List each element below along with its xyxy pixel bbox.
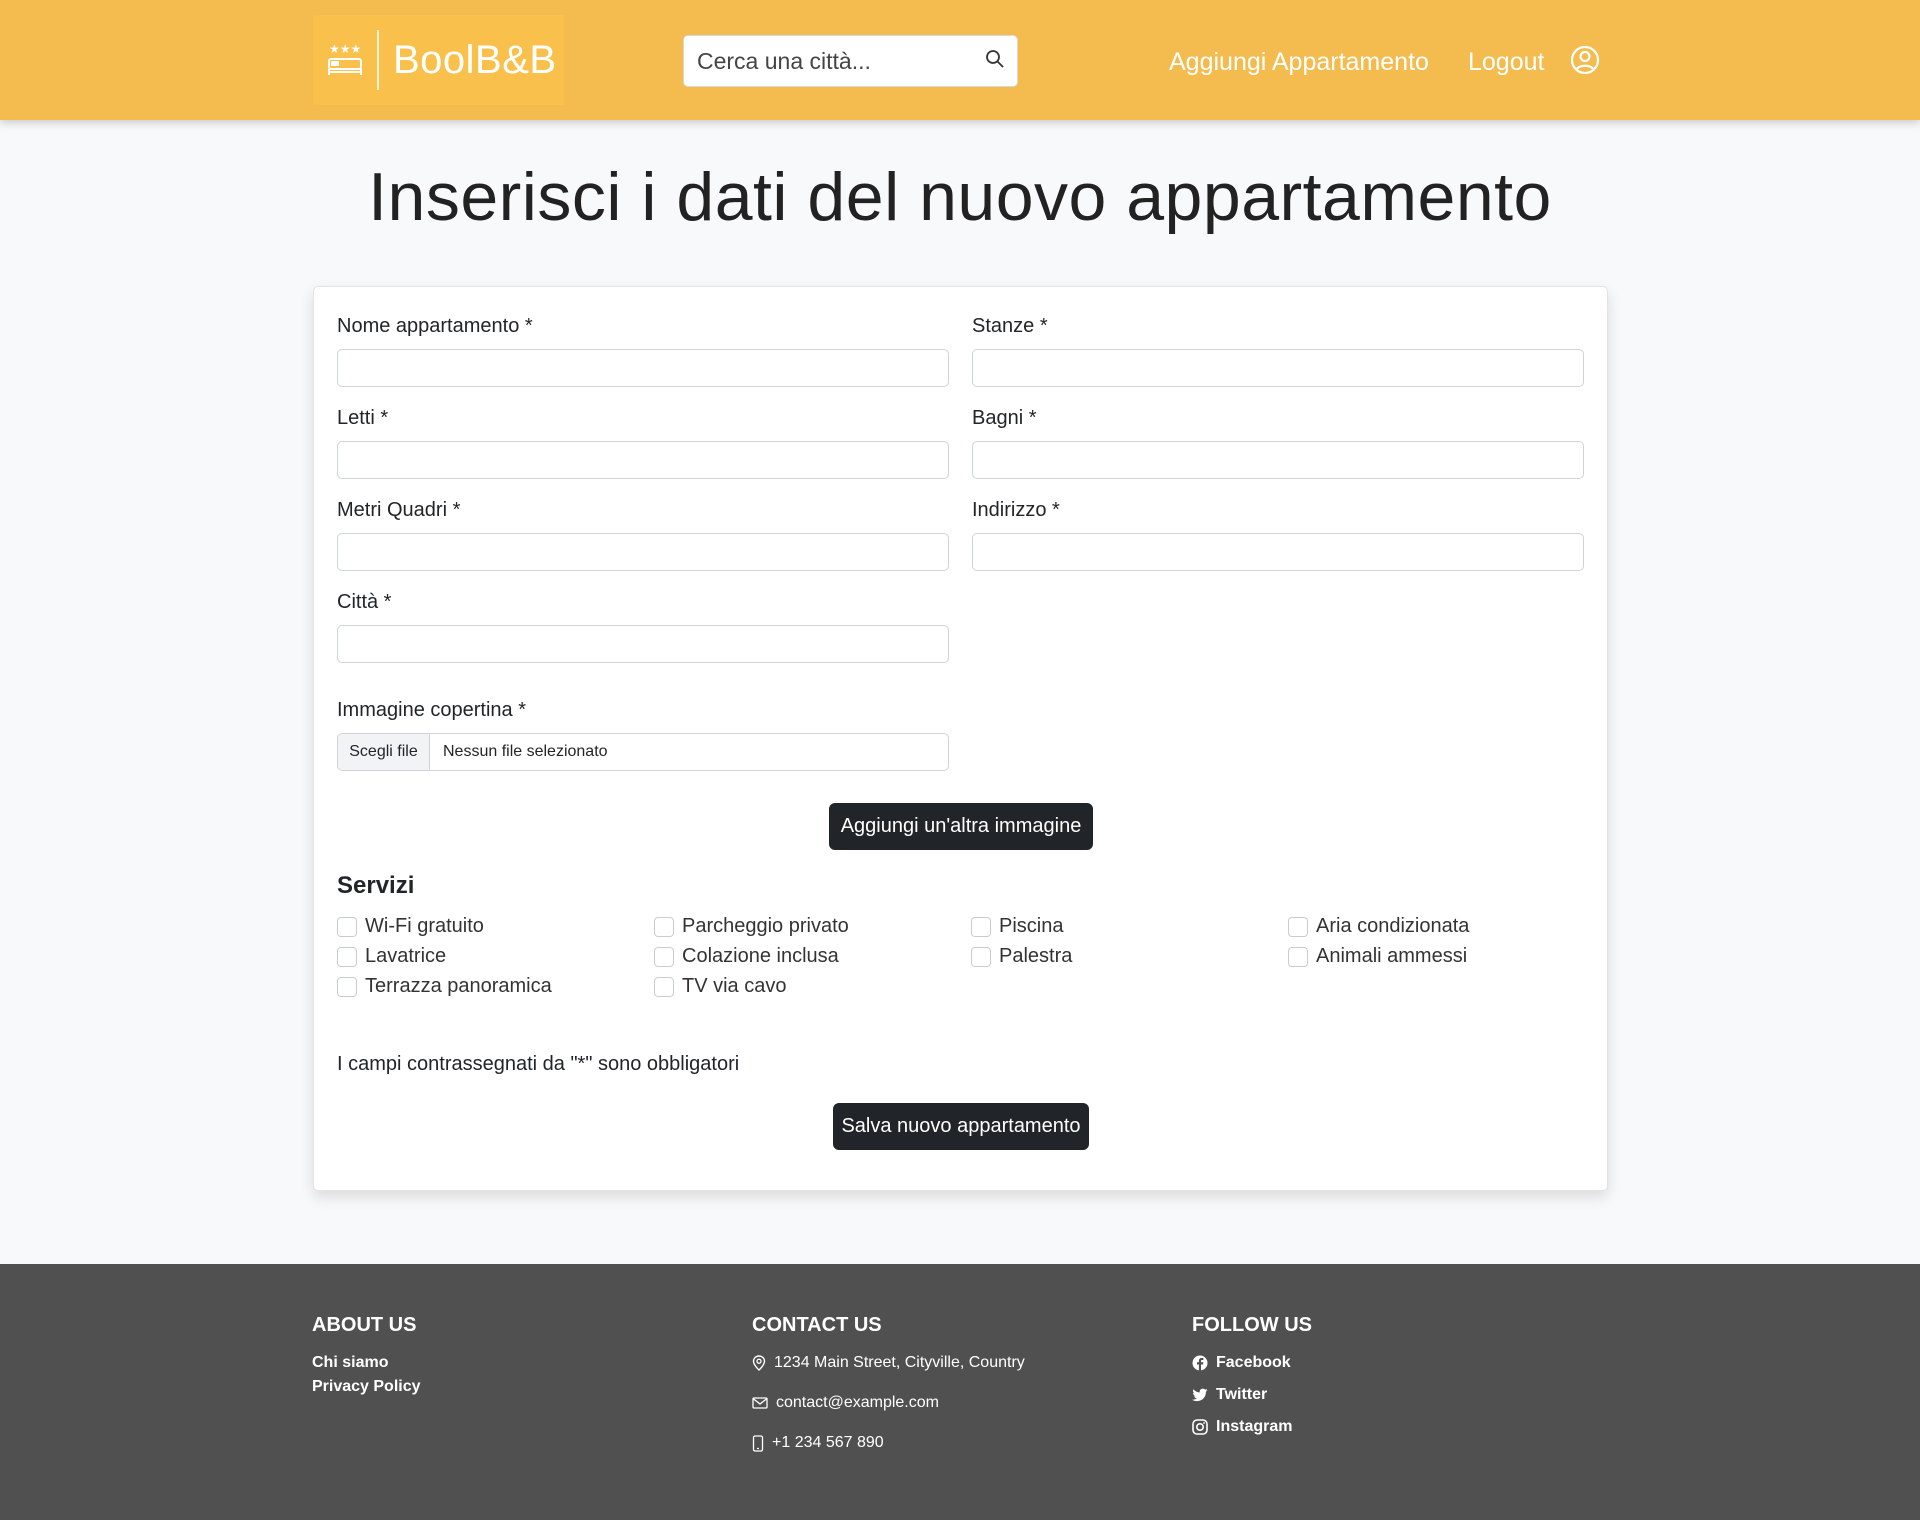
facebook-icon [1192, 1355, 1208, 1371]
name-input[interactable] [337, 349, 949, 387]
logo[interactable]: ★★★ BoolB&B [313, 15, 564, 105]
logo-separator [377, 30, 379, 90]
save-apartment-button[interactable]: Salva nuovo appartamento [833, 1103, 1089, 1150]
service-checkbox-terrace[interactable]: Terrazza panoramica [337, 975, 552, 998]
user-circle-icon[interactable] [1570, 45, 1602, 77]
svg-text:★★★: ★★★ [329, 42, 361, 56]
rooms-label: Stanze * [972, 315, 1048, 337]
required-fields-note: I campi contrassegnati da "*" sono obbli… [337, 1053, 740, 1075]
phone-icon [752, 1434, 764, 1452]
city-input[interactable] [337, 625, 949, 663]
footer-address: 1234 Main Street, Cityville, Country [752, 1354, 1025, 1372]
service-checkbox-gym[interactable]: Palestra [971, 945, 1072, 968]
checkbox[interactable] [971, 946, 991, 967]
service-checkbox-tv[interactable]: TV via cavo [654, 975, 786, 998]
nav-logout-link[interactable]: Logout [1468, 48, 1544, 77]
bathrooms-label: Bagni * [972, 407, 1037, 429]
checkbox[interactable] [654, 916, 674, 937]
checkbox[interactable] [654, 976, 674, 997]
square-meters-label: Metri Quadri * [337, 499, 461, 521]
footer-link-instagram[interactable]: Instagram [1192, 1418, 1292, 1436]
bed-stars-icon: ★★★ [313, 15, 377, 105]
choose-file-button[interactable]: Scegli file [338, 734, 430, 770]
footer-link-privacy-policy[interactable]: Privacy Policy [312, 1378, 421, 1396]
footer-email: contact@example.com [752, 1394, 939, 1412]
rooms-input[interactable] [972, 349, 1584, 387]
logo-text: BoolB&B [393, 37, 557, 82]
nav-add-apartment-link[interactable]: Aggiungi Appartamento [1169, 48, 1429, 77]
checkbox[interactable] [971, 916, 991, 937]
footer-follow-title: FOLLOW US [1192, 1314, 1312, 1336]
search-input[interactable] [684, 36, 974, 86]
footer-contact-title: CONTACT US [752, 1314, 882, 1336]
service-checkbox-breakfast[interactable]: Colazione inclusa [654, 945, 839, 968]
search-box [683, 35, 1018, 87]
service-checkbox-pool[interactable]: Piscina [971, 915, 1063, 938]
service-checkbox-washer[interactable]: Lavatrice [337, 945, 446, 968]
checkbox[interactable] [654, 946, 674, 967]
service-checkbox-pets[interactable]: Animali ammessi [1288, 945, 1467, 968]
services-title: Servizi [337, 872, 415, 899]
service-checkbox-ac[interactable]: Aria condizionata [1288, 915, 1469, 938]
checkbox[interactable] [337, 946, 357, 967]
envelope-icon [752, 1397, 768, 1409]
address-label: Indirizzo * [972, 499, 1060, 521]
beds-label: Letti * [337, 407, 389, 429]
cover-image-label: Immagine copertina * [337, 699, 526, 721]
checkbox[interactable] [1288, 916, 1308, 937]
twitter-icon [1192, 1388, 1208, 1402]
add-image-button[interactable]: Aggiungi un'altra immagine [829, 803, 1093, 850]
name-label: Nome appartamento * [337, 315, 533, 337]
page-title: Inserisci i dati del nuovo appartamento [368, 159, 1552, 235]
footer-link-chi-siamo[interactable]: Chi siamo [312, 1354, 388, 1372]
instagram-icon [1192, 1419, 1208, 1435]
beds-input[interactable] [337, 441, 949, 479]
file-status-text: Nessun file selezionato [443, 743, 608, 760]
checkbox[interactable] [1288, 946, 1308, 967]
footer-about-title: ABOUT US [312, 1314, 417, 1336]
map-pin-icon [752, 1355, 766, 1371]
search-icon[interactable] [985, 49, 1009, 73]
service-checkbox-wifi[interactable]: Wi-Fi gratuito [337, 915, 484, 938]
checkbox[interactable] [337, 976, 357, 997]
address-input[interactable] [972, 533, 1584, 571]
footer-phone: +1 234 567 890 [752, 1434, 884, 1452]
footer-link-twitter[interactable]: Twitter [1192, 1386, 1267, 1404]
cover-image-file-input[interactable]: Scegli file Nessun file selezionato [337, 733, 949, 771]
header: ★★★ BoolB&B Aggiungi Appartamento Logout [0, 0, 1920, 120]
city-label: Città * [337, 591, 392, 613]
checkbox[interactable] [337, 916, 357, 937]
bathrooms-input[interactable] [972, 441, 1584, 479]
footer-link-facebook[interactable]: Facebook [1192, 1354, 1291, 1372]
square-meters-input[interactable] [337, 533, 949, 571]
service-checkbox-parking[interactable]: Parcheggio privato [654, 915, 849, 938]
footer: ABOUT US Chi siamo Privacy Policy CONTAC… [0, 1264, 1920, 1520]
apartment-form-card: Nome appartamento * Stanze * Letti * Bag… [313, 286, 1608, 1191]
